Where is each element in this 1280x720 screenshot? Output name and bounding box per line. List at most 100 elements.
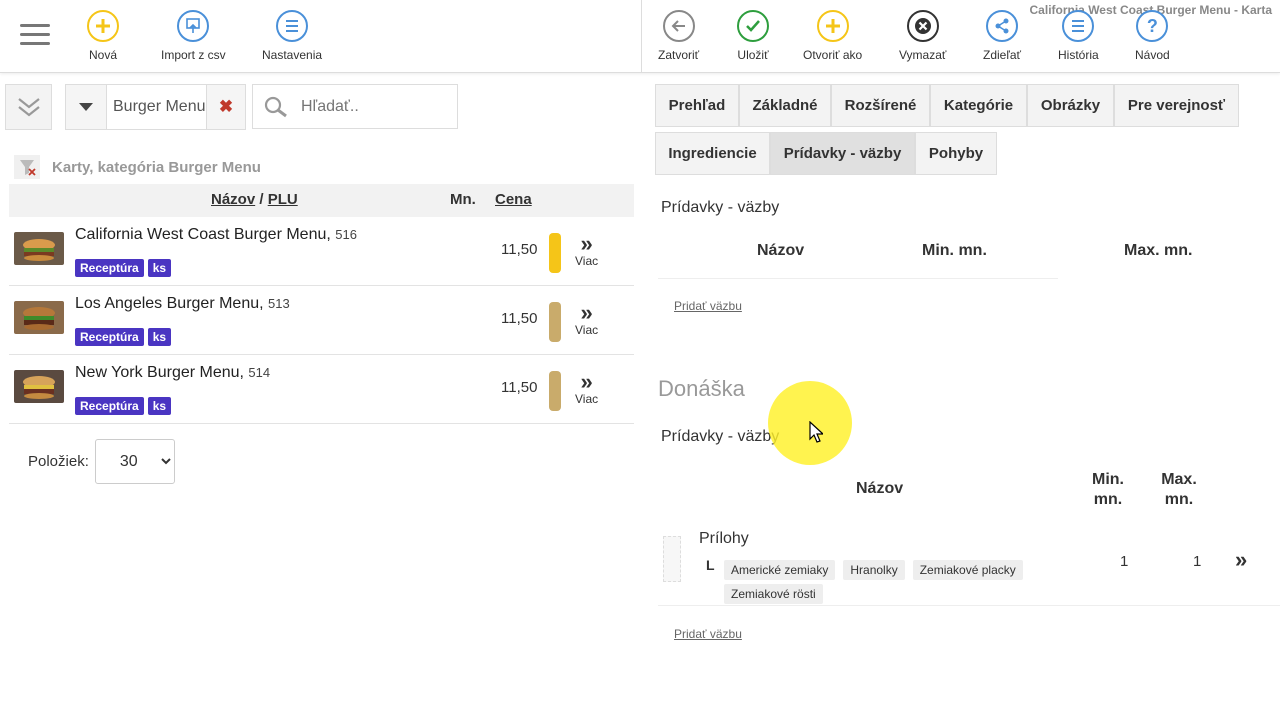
red-x-icon: ✖ bbox=[218, 97, 234, 116]
category-select[interactable]: Burger Menu ✖ bbox=[65, 84, 246, 130]
import-icon bbox=[177, 10, 210, 42]
clear-category-button[interactable]: ✖ bbox=[206, 85, 245, 129]
sort-by-plu[interactable]: PLU bbox=[268, 191, 298, 208]
share-button[interactable]: Zdieľať bbox=[983, 10, 1021, 62]
tab-ingredients[interactable]: Ingrediencie bbox=[655, 132, 770, 175]
menu-list-icon bbox=[276, 10, 309, 42]
double-chevron-right-icon: » bbox=[580, 300, 593, 325]
category-dropdown-toggle[interactable] bbox=[66, 85, 107, 129]
item-price: 11,50 bbox=[501, 241, 538, 258]
addon-min-value: 1 bbox=[1120, 553, 1129, 570]
unit-badge: ks bbox=[147, 328, 172, 346]
delivery-col-name: Názov bbox=[856, 480, 904, 497]
add-link-button[interactable]: Pridať väzbu bbox=[674, 299, 742, 313]
burger-thumbnail bbox=[14, 301, 64, 334]
drag-handle[interactable] bbox=[663, 536, 681, 582]
unit-badge: ks bbox=[147, 397, 172, 415]
double-chevron-right-icon[interactable]: » bbox=[1235, 547, 1247, 573]
item-name[interactable]: Los Angeles Burger Menu, 513 bbox=[75, 295, 290, 313]
check-icon bbox=[737, 10, 769, 42]
addon-chip: Americké zemiaky bbox=[724, 560, 836, 580]
per-page-select[interactable]: 30 bbox=[94, 439, 175, 484]
list-item[interactable]: Los Angeles Burger Menu, 513 Receptúra k… bbox=[9, 286, 634, 355]
new-button[interactable]: Nová bbox=[87, 10, 119, 62]
col-name: Názov bbox=[757, 242, 805, 259]
recipe-badge: Receptúra bbox=[75, 259, 144, 277]
per-page-label: Položiek: bbox=[28, 453, 89, 470]
search-box[interactable] bbox=[252, 84, 458, 129]
history-label: História bbox=[1058, 48, 1099, 62]
list-header: Názov / PLU Mn. Cena bbox=[9, 184, 634, 217]
tree-branch-icon: L bbox=[706, 557, 715, 573]
guide-button[interactable]: ? Návod bbox=[1135, 10, 1170, 62]
guide-label: Návod bbox=[1135, 48, 1170, 62]
close-button[interactable]: Zatvoriť bbox=[658, 10, 699, 62]
item-name[interactable]: California West Coast Burger Menu, 516 bbox=[75, 226, 357, 244]
hamburger-menu-icon[interactable] bbox=[20, 24, 50, 48]
save-button[interactable]: Uložiť bbox=[737, 10, 769, 62]
addon-max-value: 1 bbox=[1193, 553, 1202, 570]
item-price: 11,50 bbox=[501, 310, 538, 327]
color-indicator bbox=[549, 302, 561, 342]
double-chevron-right-icon: » bbox=[580, 231, 593, 256]
more-button[interactable]: » Viac bbox=[575, 300, 598, 338]
more-button[interactable]: » Viac bbox=[575, 231, 598, 269]
tab-categories[interactable]: Kategórie bbox=[930, 84, 1027, 127]
new-button-label: Nová bbox=[88, 48, 117, 62]
sort-by-price[interactable]: Cena bbox=[495, 191, 532, 208]
tab-overview[interactable]: Prehľad bbox=[655, 84, 739, 127]
tab-basic[interactable]: Základné bbox=[739, 84, 831, 127]
menu-list-icon bbox=[1062, 10, 1095, 42]
addons-section-title: Prídavky - väzby bbox=[661, 199, 780, 216]
category-value: Burger Menu bbox=[113, 98, 206, 115]
col-max: Max. mn. bbox=[1124, 242, 1193, 259]
burger-thumbnail bbox=[14, 370, 64, 403]
table-divider bbox=[658, 278, 1058, 279]
close-label: Zatvoriť bbox=[658, 48, 700, 62]
recipe-badge: Receptúra bbox=[75, 397, 144, 415]
color-indicator bbox=[549, 371, 561, 411]
list-caption-text: Karty, kategória Burger Menu bbox=[52, 158, 261, 176]
delivery-col-max: Max. mn. bbox=[1161, 471, 1197, 508]
history-button[interactable]: História bbox=[1058, 10, 1099, 62]
delete-button[interactable]: Vymazať bbox=[899, 10, 946, 62]
tab-movements[interactable]: Pohyby bbox=[915, 132, 997, 175]
delivery-title: Donáška bbox=[658, 376, 745, 401]
more-button[interactable]: » Viac bbox=[575, 369, 598, 407]
delivery-addons-title: Prídavky - väzby bbox=[661, 428, 780, 445]
open-as-button[interactable]: Otvoriť ako bbox=[803, 10, 862, 62]
top-toolbar: California West Coast Burger Menu - Kart… bbox=[0, 0, 1280, 73]
import-csv-button[interactable]: Import z csv bbox=[161, 10, 226, 62]
item-name[interactable]: New York Burger Menu, 514 bbox=[75, 364, 270, 382]
filter-category-icon bbox=[14, 155, 40, 179]
settings-button[interactable]: Nastavenia bbox=[262, 10, 322, 62]
list-item[interactable]: California West Coast Burger Menu, 516 R… bbox=[9, 217, 634, 286]
collapse-filters-button[interactable] bbox=[5, 84, 52, 130]
close-icon bbox=[906, 10, 939, 42]
addon-group-name: Prílohy bbox=[699, 530, 749, 547]
addon-row[interactable]: Prílohy L Americké zemiaky Hranolky Zemi… bbox=[658, 520, 1280, 606]
share-label: Zdieľať bbox=[983, 48, 1022, 62]
caret-down-icon bbox=[79, 103, 93, 111]
tab-images[interactable]: Obrázky bbox=[1027, 84, 1114, 127]
share-icon bbox=[986, 10, 1018, 42]
tab-extended[interactable]: Rozšírené bbox=[831, 84, 930, 127]
search-input[interactable] bbox=[301, 97, 451, 116]
list-item[interactable]: New York Burger Menu, 514 Receptúra ks 1… bbox=[9, 355, 634, 424]
addon-chip: Zemiakové placky bbox=[912, 560, 1023, 580]
tab-public[interactable]: Pre verejnosť bbox=[1114, 84, 1239, 127]
delivery-add-link-button[interactable]: Pridať väzbu bbox=[674, 627, 742, 641]
double-chevron-right-icon: » bbox=[580, 369, 593, 394]
sort-by-name[interactable]: Názov bbox=[211, 191, 255, 208]
help-icon: ? bbox=[1136, 10, 1169, 42]
delete-label: Vymazať bbox=[899, 48, 947, 62]
tab-addons-links[interactable]: Prídavky - väzby bbox=[770, 132, 915, 175]
list-caption: Karty, kategória Burger Menu bbox=[14, 155, 261, 179]
header-qty: Mn. bbox=[450, 191, 476, 208]
mouse-cursor-icon bbox=[809, 421, 823, 443]
burger-thumbnail bbox=[14, 232, 64, 265]
toolbar-divider bbox=[641, 0, 642, 73]
plus-icon bbox=[87, 10, 119, 42]
recipe-badge: Receptúra bbox=[75, 328, 144, 346]
unit-badge: ks bbox=[147, 259, 172, 277]
